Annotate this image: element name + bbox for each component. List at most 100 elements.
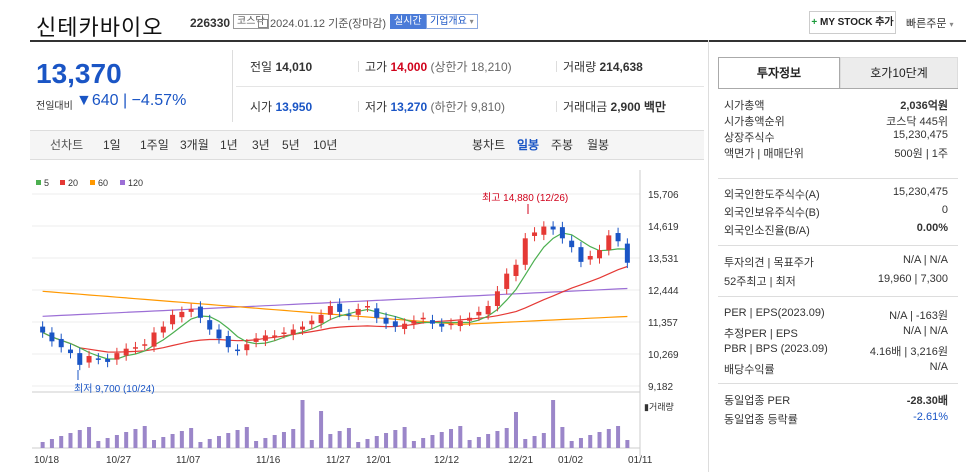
- volume-bar: [105, 438, 110, 448]
- volume-bar: [430, 435, 435, 448]
- invest-row: 외국인보유주식수(B) 0: [724, 204, 948, 220]
- volume-bar: [346, 428, 351, 448]
- candle-body: [197, 306, 203, 318]
- candle-body: [225, 336, 231, 348]
- volume-bar: [532, 436, 537, 448]
- open-price: 시가 13,950: [250, 100, 313, 114]
- candle-body: [300, 326, 306, 330]
- volume-bar: [68, 433, 73, 448]
- period-월봉[interactable]: 월봉: [587, 136, 609, 153]
- legend-label: 120: [128, 178, 143, 188]
- y-tick-label: 13,531: [648, 254, 679, 265]
- tab-divider: [718, 88, 958, 89]
- candle-body: [494, 291, 500, 307]
- candle-body: [624, 243, 630, 263]
- period-주봉[interactable]: 주봉: [551, 136, 573, 153]
- period-3년[interactable]: 3년: [252, 136, 270, 153]
- volume-bar: [235, 430, 240, 448]
- invest-row-label: 52주최고 | 최저: [724, 276, 796, 288]
- realtime-badge[interactable]: 실시간: [390, 14, 426, 29]
- stock-chart[interactable]: 5 20 60 120 15,706 14,619 13,531 12,444 11,357 10…: [30, 170, 704, 470]
- candle-body: [364, 306, 370, 308]
- volume-bar: [272, 435, 277, 448]
- add-mystock-button[interactable]: + MY STOCK 추가: [809, 11, 896, 34]
- volume-bar: [365, 439, 370, 448]
- trade-amount: 거래대금 2,900 백만: [556, 98, 666, 115]
- period-일봉[interactable]: 일봉: [517, 136, 539, 153]
- candle-body: [77, 353, 83, 365]
- candle-body: [281, 332, 287, 334]
- volume-bar: [114, 435, 119, 448]
- candle-body: [49, 332, 55, 342]
- candle-body: [114, 353, 120, 360]
- period-10년[interactable]: 10년: [313, 136, 337, 153]
- volume-bar: [523, 439, 528, 448]
- invest-row-label: 시가총액: [724, 100, 765, 112]
- period-3개월[interactable]: 3개월: [180, 136, 209, 153]
- volume-bar: [616, 426, 621, 448]
- quick-order-button[interactable]: 빠른주문 ▾: [906, 15, 954, 31]
- candle-body: [615, 233, 621, 242]
- candle-body: [105, 358, 111, 362]
- prev-close: 전일 14,010: [250, 60, 313, 74]
- low-price: 저가 13,270 (하한가 9,810): [358, 98, 505, 115]
- tab-order-book[interactable]: 호가10단계: [840, 57, 958, 89]
- candle-body: [67, 349, 73, 354]
- volume-bar: [207, 439, 212, 448]
- moving-average-line: [42, 265, 628, 353]
- volume-bar: [495, 431, 500, 448]
- candle-body: [235, 349, 241, 352]
- y-tick-label: 12,444: [648, 286, 679, 297]
- candle-body: [244, 344, 250, 351]
- candle-body: [513, 264, 519, 276]
- candle-body: [383, 317, 389, 324]
- candle-body: [327, 306, 333, 315]
- invest-row-value: N/A: [929, 361, 948, 373]
- volume-bar: [161, 437, 166, 448]
- tab-invest-info[interactable]: 투자정보: [718, 57, 840, 89]
- y-tick-label: 11,357: [648, 318, 678, 329]
- invest-row-value: 15,230,475: [892, 186, 948, 198]
- volume-bar: [291, 429, 296, 448]
- x-tick-label: 11/27: [326, 455, 351, 466]
- candle-body: [262, 335, 268, 341]
- volume-bar: [309, 440, 314, 448]
- volume-bar: [179, 431, 184, 448]
- candle-body: [420, 317, 426, 320]
- volume-bar: [152, 440, 157, 448]
- invest-row-value: N/A | -163원: [889, 310, 948, 322]
- volume-bar: [421, 438, 426, 448]
- x-tick-label: 01/02: [558, 455, 583, 466]
- volume-bar: [597, 432, 602, 448]
- volume-label: ▮거래량: [644, 401, 674, 412]
- y-tick-label: 10,269: [648, 350, 679, 361]
- legend-swatch: [60, 180, 65, 185]
- candle-chart-label[interactable]: 봉차트: [472, 136, 505, 153]
- divider: [232, 50, 233, 122]
- line-chart-label[interactable]: 선차트: [50, 136, 83, 153]
- moving-average-line: [42, 290, 628, 326]
- period-1년[interactable]: 1년: [220, 136, 238, 153]
- volume-bar: [588, 435, 593, 448]
- invest-row: 시가총액 2,036억원: [724, 97, 948, 113]
- invest-row-label: 외국인보유주식수(B): [724, 207, 820, 219]
- company-info-dropdown[interactable]: 기업개요 ▾: [426, 14, 478, 29]
- volume-bar: [40, 442, 45, 448]
- section-divider: [718, 296, 958, 297]
- divider: [236, 86, 704, 87]
- section-divider: [718, 178, 958, 179]
- candle-body: [188, 308, 194, 312]
- volume-bar: [216, 436, 221, 448]
- candle-body: [179, 311, 185, 318]
- moving-average-line: [42, 232, 628, 360]
- candle-body: [532, 232, 538, 236]
- volume-bar: [384, 433, 389, 448]
- volume-bar: [560, 427, 565, 448]
- period-1일[interactable]: 1일: [103, 136, 121, 153]
- invest-row: 시가총액순위 코스닥 445위: [724, 113, 948, 129]
- high-price: 고가 14,000 (상한가 18,210): [358, 58, 512, 75]
- y-tick-label: 15,706: [648, 190, 679, 201]
- period-1주일[interactable]: 1주일: [140, 136, 169, 153]
- period-5년[interactable]: 5년: [282, 136, 300, 153]
- invest-row-label: 액면가 | 매매단위: [724, 148, 804, 160]
